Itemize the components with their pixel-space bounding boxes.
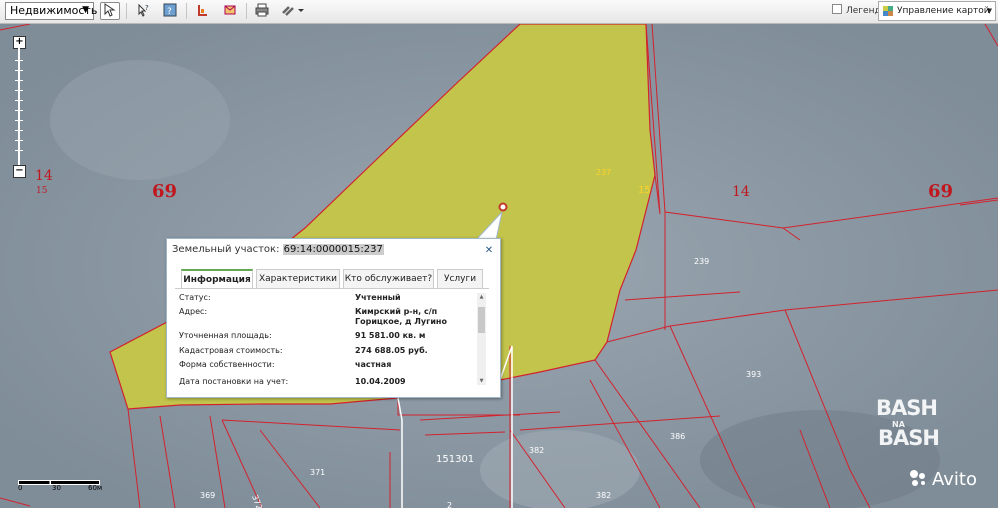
map-label: 393 [746,370,761,379]
info-key: Дата постановки на учет: [179,377,289,385]
toolbar-separator [246,3,247,19]
info-key: Статус: [179,293,211,302]
watermark-text: Avito [932,469,977,490]
chevron-down-icon: ▼ [986,7,992,15]
info-key: Уточненная площадь: [179,331,272,340]
map-label: 386 [670,432,685,441]
info-value: 10.04.2009 [355,377,406,385]
map-label: 69 [928,181,953,202]
tab-information[interactable]: Информация [181,269,253,289]
info-key: Форма собственности: [179,360,275,369]
scrollbar-thumb[interactable] [478,307,485,333]
map-label: 14 [35,168,53,184]
legend-checkbox[interactable] [832,4,842,14]
scroll-down-icon[interactable]: ▼ [477,378,486,384]
info-value: частная [355,360,392,369]
parcel-info-popup: Земельный участок: 69:14:0000015:237 ✕ И… [166,238,501,398]
measure-icon[interactable] [193,2,213,20]
tab-services[interactable]: Услуги [437,269,483,289]
tab-who-serves[interactable]: Кто обслуживает? [343,269,434,289]
tab-divider [175,288,489,289]
map-label: 237 [596,168,611,177]
zoom-tick [15,70,23,71]
close-icon[interactable]: ✕ [483,245,495,257]
avito-watermark: Avito [908,468,988,492]
chevron-down-icon: ▼ [82,5,89,15]
tab-characteristics[interactable]: Характеристики [256,269,340,289]
zoom-tick [15,150,23,151]
info-value: Учтенный [355,293,401,302]
zoom-tick [15,110,23,111]
popup-scrollbar[interactable]: ▲ ▼ [477,293,486,385]
selected-point-marker[interactable] [498,202,508,212]
scale-label-zero: 0 [18,484,23,492]
identify-icon[interactable]: ? [160,2,180,20]
map-label: 239 [694,257,709,266]
zoom-tick [15,80,23,81]
map-label: 2 [447,501,452,508]
info-key: Адрес: [179,307,208,316]
toolbar: Недвижимость ▼ ? ? Легенда Управление ка… [0,0,998,24]
toolbar-separator [186,3,187,19]
map-layers-icon [883,6,893,16]
info-value: 274 688.05 руб. [355,346,428,355]
info-key: Кадастровая стоимость: [179,346,283,355]
map-label: 15 [36,186,48,196]
map-control-label: Управление картой [897,6,990,16]
pointer-select-icon[interactable] [100,2,120,20]
map-label: 14 [732,184,750,200]
cadastral-number[interactable]: 69:14:0000015:237 [282,244,384,255]
map-label: 371 [310,468,325,477]
print-icon[interactable] [252,2,272,20]
toolbar-separator [126,3,127,19]
map-label: 382 [529,446,544,455]
scale-label-mid: 30 [52,484,61,492]
map-label: 382 [596,491,611,500]
map-label: 15 [638,185,651,196]
zoom-tick [15,120,23,121]
watermark-text: BASH [876,396,938,420]
map-control-button[interactable]: Управление картой ▼ [878,1,996,21]
info-pointer-icon[interactable]: ? [134,2,154,20]
zoom-tick [15,140,23,141]
area-icon[interactable] [220,2,240,20]
info-value: Кимрский р-н, с/п Горицкое, д Лугино [355,307,447,326]
zoom-tick [15,100,23,101]
svg-text:?: ? [145,4,149,12]
map-label: 369 [200,491,215,500]
map-label: 69 [152,181,177,202]
terrain-patch [50,60,230,180]
layer-select-dropdown[interactable]: Недвижимость ▼ [5,2,97,20]
zoom-tick [15,90,23,91]
zoom-control: + − [13,36,26,178]
avito-logo-icon [910,470,925,486]
map-label: 151301 [436,454,474,465]
popup-title-prefix: Земельный участок: [172,244,280,255]
popup-title: Земельный участок: 69:14:0000015:237 [172,244,384,255]
watermark-text: BASH [878,426,940,450]
zoom-out-button[interactable]: − [13,165,26,178]
zoom-tick [15,130,23,131]
link-icon[interactable] [279,2,307,20]
bash-na-bash-watermark: BASH NA BASH [872,396,947,454]
terrain-patch [480,430,640,508]
svg-text:?: ? [167,7,172,17]
zoom-slider[interactable] [18,48,20,166]
info-rows: Статус: Учтенный Адрес: Кимрский р-н, с/… [179,293,475,385]
scale-label-end: 60м [88,484,103,492]
info-value: 91 581.00 кв. м [355,331,426,340]
zoom-tick [15,60,23,61]
scroll-up-icon[interactable]: ▲ [477,294,486,300]
